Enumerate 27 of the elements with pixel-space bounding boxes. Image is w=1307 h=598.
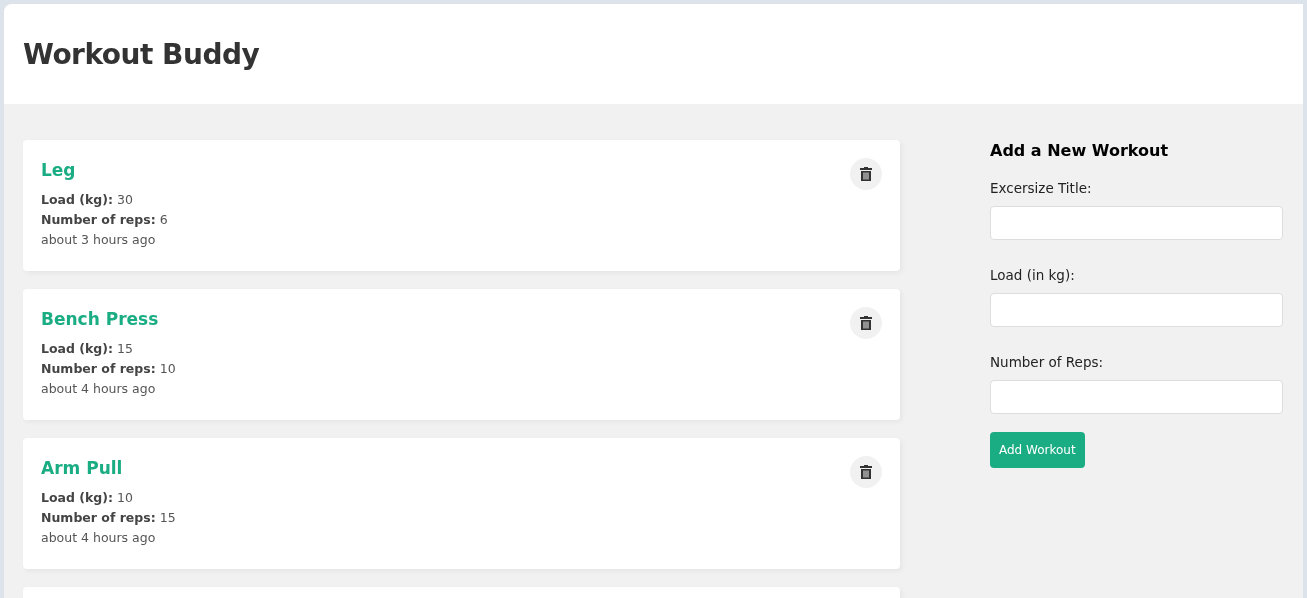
- workout-detail: Number of reps: 10: [41, 360, 177, 378]
- workout-time: about 3 hours ago: [41, 231, 157, 249]
- workout-time: about 4 hours ago: [41, 529, 157, 547]
- trash-icon: [860, 465, 872, 479]
- input-field[interactable]: [990, 206, 1283, 240]
- delete-button[interactable]: [850, 158, 882, 190]
- workout-detail: Load (kg): 30: [41, 191, 134, 209]
- input-field[interactable]: [990, 293, 1283, 327]
- workout-title: Bench Press: [41, 309, 159, 329]
- workout-detail: Load (kg): 10: [41, 489, 134, 507]
- delete-button[interactable]: [850, 307, 882, 339]
- field-label: Number of Reps:: [990, 354, 1105, 370]
- field-label: Load (in kg):: [990, 267, 1076, 283]
- delete-button[interactable]: [850, 456, 882, 488]
- field-label: Excersize Title:: [990, 180, 1093, 196]
- workout-detail: Number of reps: 15: [41, 509, 177, 527]
- input-field[interactable]: [990, 380, 1283, 414]
- workout-detail: Load (kg): 15: [41, 340, 134, 358]
- form-heading: Add a New Workout: [990, 141, 1170, 160]
- workout-time: about 4 hours ago: [41, 380, 157, 398]
- workout-title: Arm Pull: [41, 458, 123, 478]
- app-title: Workout Buddy: [23, 37, 260, 71]
- workout-detail: Number of reps: 6: [41, 211, 169, 229]
- trash-icon: [860, 167, 872, 181]
- add-workout-button[interactable]: Add Workout: [990, 432, 1085, 468]
- workout-title: Leg: [41, 160, 76, 180]
- trash-icon: [860, 316, 872, 330]
